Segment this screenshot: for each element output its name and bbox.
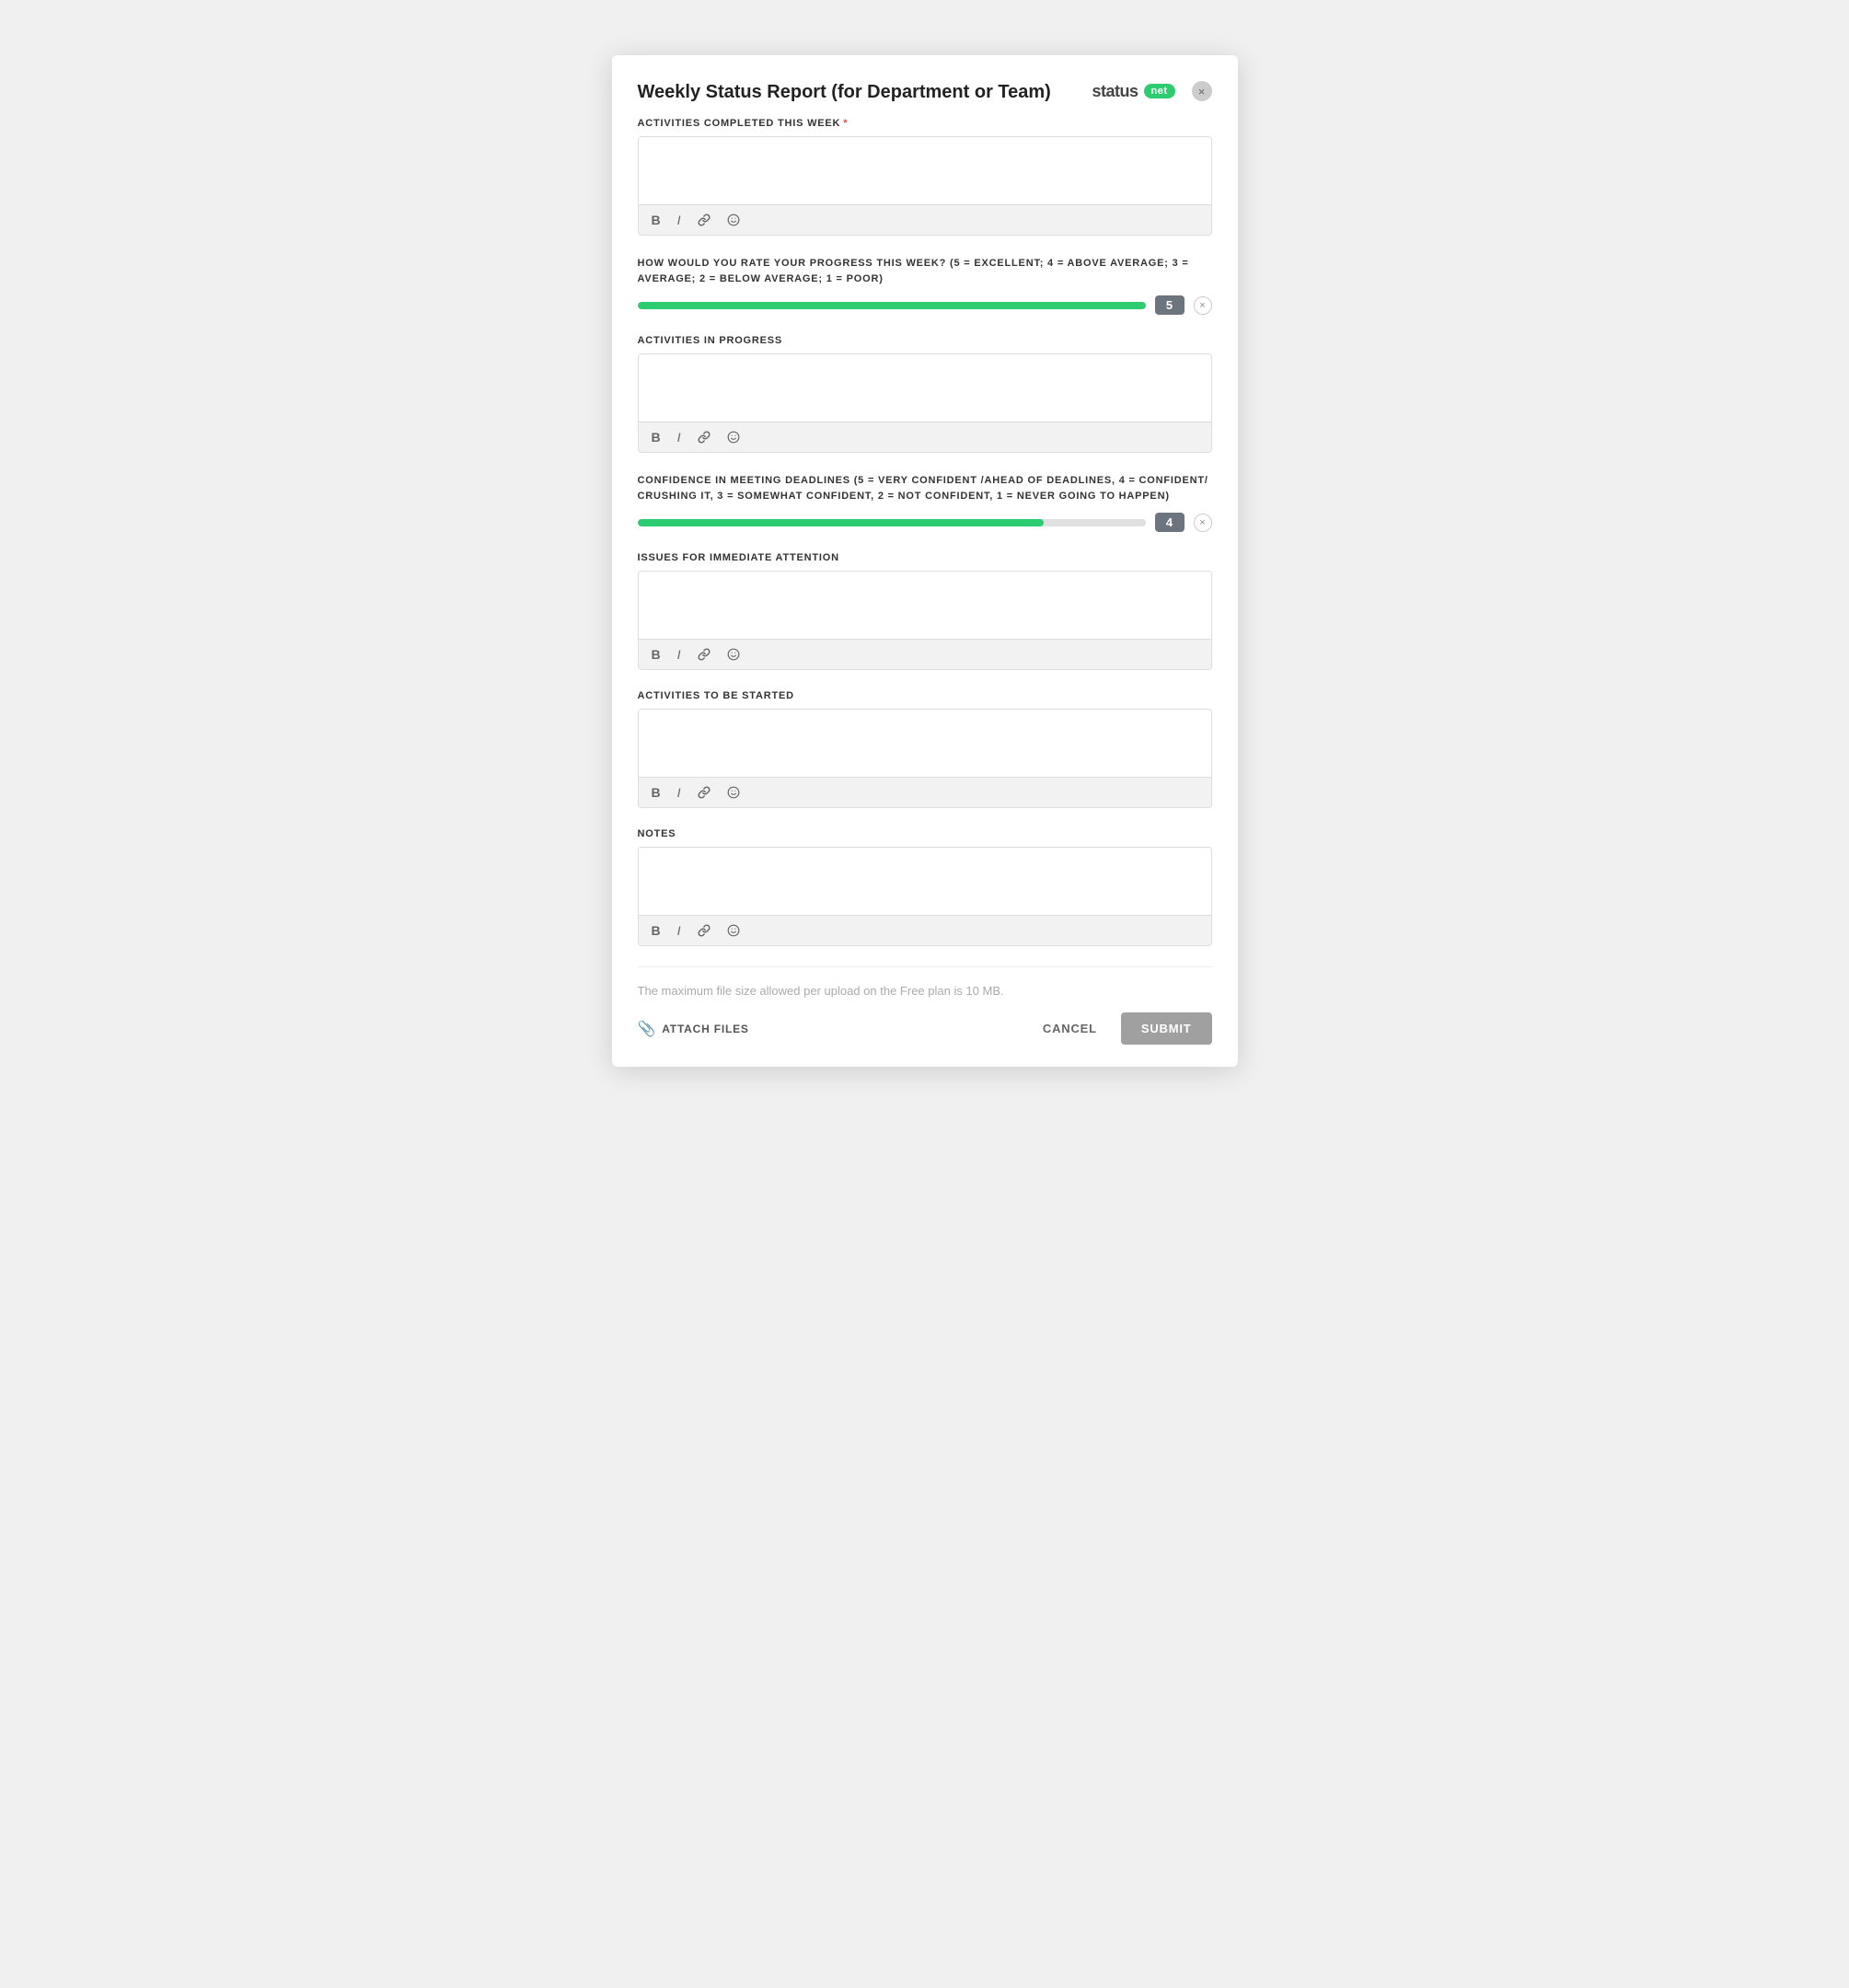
activities-completed-toolbar: B I — [639, 204, 1211, 235]
confidence-rating-label: CONFIDENCE IN MEETING DEADLINES (5 = VER… — [638, 473, 1212, 503]
activities-in-progress-label: ACTIVITIES IN PROGRESS — [638, 335, 1212, 346]
brand-badge: net — [1144, 84, 1175, 98]
close-button[interactable]: × — [1192, 81, 1212, 101]
italic-button-4[interactable]: I — [674, 783, 685, 802]
brand-name: status — [1092, 82, 1138, 101]
bold-button-2[interactable]: B — [648, 428, 664, 446]
italic-button-1[interactable]: I — [674, 211, 685, 229]
issues-attention-section: ISSUES FOR IMMEDIATE ATTENTION B I — [638, 552, 1212, 670]
activities-completed-input[interactable] — [639, 137, 1211, 200]
italic-button-3[interactable]: I — [674, 645, 685, 664]
modal-header: Weekly Status Report (for Department or … — [638, 81, 1212, 103]
activities-to-start-input[interactable] — [639, 710, 1211, 772]
notes-editor: B I — [638, 847, 1212, 946]
emoji-button-5[interactable] — [723, 922, 744, 939]
activities-to-start-section: ACTIVITIES TO BE STARTED B I — [638, 690, 1212, 808]
emoji-button-3[interactable] — [723, 646, 744, 663]
attach-icon: 📎 — [638, 1020, 657, 1038]
submit-button[interactable]: SUBMIT — [1121, 1012, 1212, 1045]
bold-button-5[interactable]: B — [648, 921, 664, 940]
link-button-4[interactable] — [694, 784, 714, 801]
confidence-slider-clear[interactable]: × — [1194, 514, 1212, 532]
notes-label: NOTES — [638, 828, 1212, 839]
brand-logo: status net — [1092, 82, 1174, 101]
progress-slider-clear[interactable]: × — [1194, 296, 1212, 315]
link-button-1[interactable] — [694, 212, 714, 228]
notes-input[interactable] — [639, 848, 1211, 910]
notes-section: NOTES B I — [638, 828, 1212, 946]
required-indicator: * — [843, 118, 848, 129]
progress-slider-track-container — [638, 302, 1146, 309]
confidence-slider-value: 4 — [1155, 513, 1185, 532]
emoji-button-1[interactable] — [723, 212, 744, 228]
progress-rating-row: 5 × — [638, 295, 1212, 315]
activities-to-start-toolbar: B I — [639, 777, 1211, 807]
link-button-2[interactable] — [694, 429, 714, 445]
confidence-rating-row: 4 × — [638, 513, 1212, 532]
activities-in-progress-section: ACTIVITIES IN PROGRESS B I — [638, 335, 1212, 453]
header-right: status net × — [1092, 81, 1211, 101]
bold-button-3[interactable]: B — [648, 645, 664, 664]
issues-attention-editor: B I — [638, 571, 1212, 670]
bold-button-1[interactable]: B — [648, 211, 664, 229]
modal-title: Weekly Status Report (for Department or … — [638, 81, 1051, 103]
activities-in-progress-editor: B I — [638, 353, 1212, 453]
cancel-button[interactable]: CANCEL — [1030, 1014, 1110, 1043]
activities-in-progress-toolbar: B I — [639, 422, 1211, 452]
activities-completed-label: ACTIVITIES COMPLETED THIS WEEK* — [638, 118, 1212, 129]
activities-to-start-label: ACTIVITIES TO BE STARTED — [638, 690, 1212, 701]
activities-in-progress-input[interactable] — [639, 354, 1211, 417]
progress-rating-section: HOW WOULD YOU RATE YOUR PROGRESS THIS WE… — [638, 256, 1212, 315]
modal-container: Weekly Status Report (for Department or … — [612, 55, 1238, 1067]
activities-to-start-editor: B I — [638, 709, 1212, 808]
italic-button-2[interactable]: I — [674, 428, 685, 446]
link-button-3[interactable] — [694, 646, 714, 663]
italic-button-5[interactable]: I — [674, 921, 685, 940]
emoji-button-2[interactable] — [723, 429, 744, 445]
activities-completed-section: ACTIVITIES COMPLETED THIS WEEK* B I — [638, 118, 1212, 236]
action-buttons: CANCEL SUBMIT — [1030, 1012, 1212, 1045]
issues-attention-label: ISSUES FOR IMMEDIATE ATTENTION — [638, 552, 1212, 563]
activities-completed-editor: B I — [638, 136, 1212, 236]
progress-rating-label: HOW WOULD YOU RATE YOUR PROGRESS THIS WE… — [638, 256, 1212, 286]
attach-files-button[interactable]: 📎 ATTACH FILES — [638, 1020, 749, 1038]
confidence-rating-section: CONFIDENCE IN MEETING DEADLINES (5 = VER… — [638, 473, 1212, 532]
attach-files-label: ATTACH FILES — [662, 1023, 748, 1035]
issues-attention-input[interactable] — [639, 572, 1211, 634]
link-button-5[interactable] — [694, 922, 714, 939]
bold-button-4[interactable]: B — [648, 783, 664, 802]
progress-slider-value: 5 — [1155, 295, 1185, 315]
file-size-note: The maximum file size allowed per upload… — [638, 984, 1212, 998]
footer-actions: 📎 ATTACH FILES CANCEL SUBMIT — [638, 1012, 1212, 1045]
emoji-button-4[interactable] — [723, 784, 744, 801]
confidence-slider-track-container — [638, 519, 1146, 526]
notes-toolbar: B I — [639, 915, 1211, 945]
issues-attention-toolbar: B I — [639, 639, 1211, 669]
footer-section: The maximum file size allowed per upload… — [638, 966, 1212, 1045]
